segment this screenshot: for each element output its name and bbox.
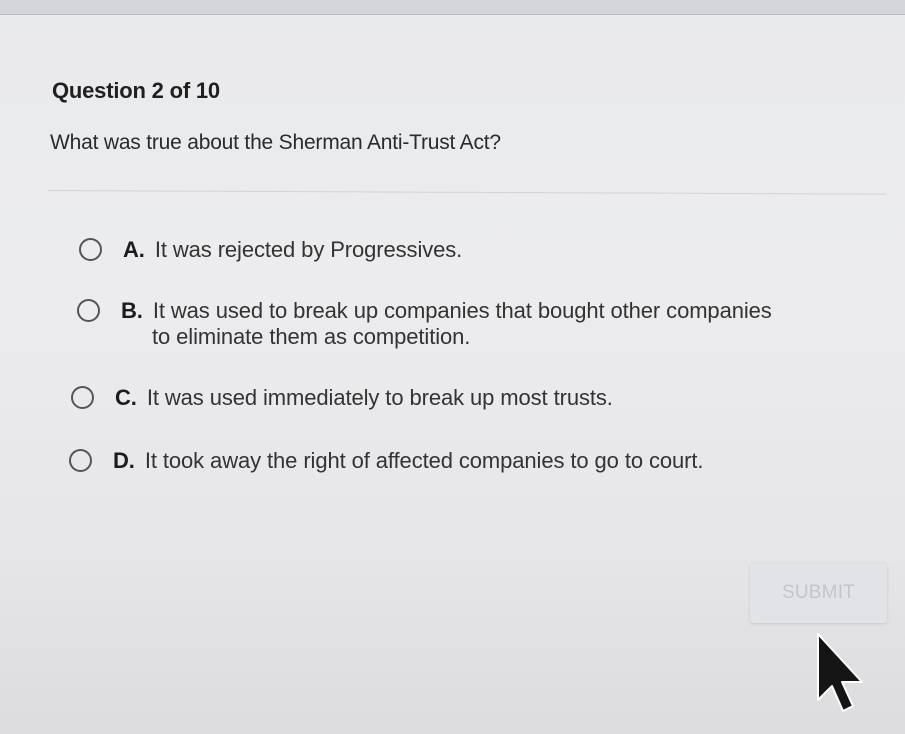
radio-icon[interactable] — [79, 238, 102, 261]
option-text: It was used immediately to break up most… — [146, 385, 613, 410]
submit-button[interactable]: SUBMIT — [750, 563, 887, 623]
option-label: C. It was used immediately to break up m… — [115, 385, 613, 411]
answer-option-b[interactable]: B. It was used to break up companies tha… — [77, 298, 877, 350]
option-text: It took away the right of affected compa… — [144, 448, 704, 473]
answer-option-a[interactable]: A. It was rejected by Progressives. — [79, 237, 462, 263]
option-text-line2: to eliminate them as competition. — [152, 324, 471, 349]
radio-icon[interactable] — [69, 449, 92, 472]
option-label: A. It was rejected by Progressives. — [123, 237, 462, 263]
radio-icon[interactable] — [71, 386, 94, 409]
radio-icon[interactable] — [77, 299, 100, 322]
option-letter: B. — [121, 298, 143, 323]
divider — [47, 190, 886, 195]
answer-option-d[interactable]: D. It took away the right of affected co… — [69, 448, 704, 474]
answer-option-c[interactable]: C. It was used immediately to break up m… — [71, 385, 613, 411]
mouse-pointer-icon — [817, 633, 863, 712]
option-label: B. It was used to break up companies tha… — [121, 298, 772, 350]
option-text-line1: It was used to break up companies that b… — [152, 298, 772, 323]
option-letter: C. — [115, 385, 137, 410]
question-number: Question 2 of 10 — [52, 78, 220, 103]
option-letter: D. — [113, 448, 135, 473]
question-text: What was true about the Sherman Anti-Tru… — [50, 131, 501, 154]
option-text: It was rejected by Progressives. — [154, 237, 463, 262]
option-label: D. It took away the right of affected co… — [113, 448, 704, 474]
top-bar — [0, 0, 905, 15]
option-letter: A. — [123, 237, 145, 262]
